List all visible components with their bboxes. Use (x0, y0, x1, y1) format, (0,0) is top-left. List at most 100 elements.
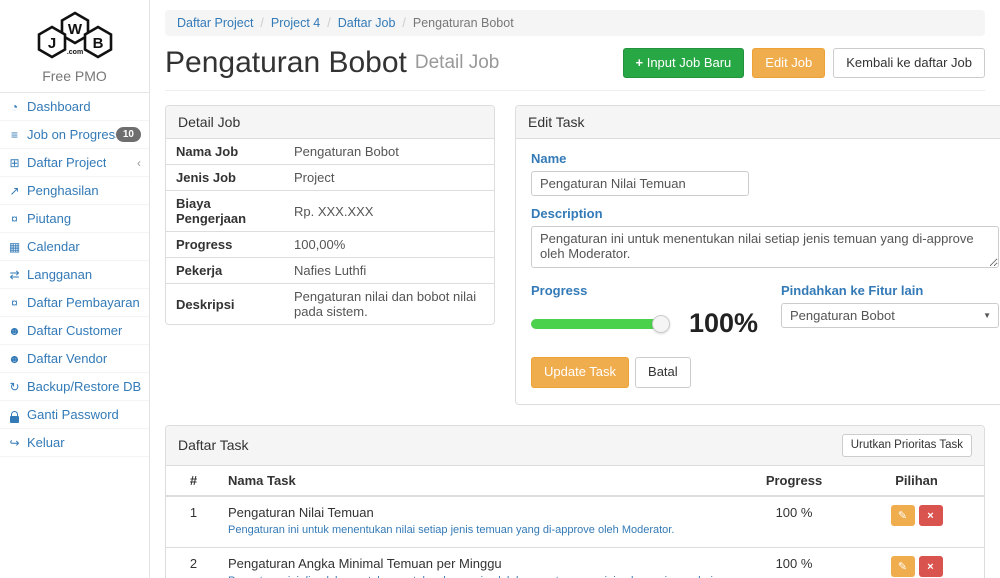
detail-label: Biaya Pengerjaan (166, 191, 284, 232)
detail-row-deskripsi: DeskripsiPengaturan nilai dan bobot nila… (166, 284, 494, 325)
move-to-feature-label: Pindahkan ke Fitur lain (781, 283, 999, 298)
detail-label: Deskripsi (166, 284, 284, 325)
move-to-feature-selected-value: Pengaturan Bobot (790, 308, 895, 323)
sidebar-item-daftar-pembayaran[interactable]: ¤Daftar Pembayaran (0, 289, 149, 317)
column-header-progress: Progress (739, 466, 849, 496)
sidebar-item-daftar-project[interactable]: ⊞Daftar Project‹ (0, 149, 149, 177)
detail-row-progress: Progress100,00% (166, 232, 494, 258)
sidebar-item-label: Job on Progress (27, 127, 116, 142)
sidebar-item-label: Daftar Vendor (27, 351, 107, 366)
input-job-baru-button[interactable]: + Input Job Baru (623, 48, 745, 79)
edit-task-button[interactable]: ✎ (891, 505, 915, 526)
task-name-cell: Pengaturan Nilai TemuanPengaturan ini un… (221, 496, 739, 547)
jwb-logo: J W B .com (27, 8, 123, 64)
task-name: Pengaturan Nilai Temuan (228, 505, 732, 520)
sidebar-item-daftar-customer[interactable]: ☻ Daftar Customer (0, 317, 149, 345)
refresh-icon: ↻ (6, 380, 23, 394)
sidebar-item-calendar[interactable]: ▦Calendar (0, 233, 149, 261)
task-description: Pengaturan ini diperlukan untuk menetuka… (228, 574, 732, 578)
sidebar-item-job-on-progress[interactable]: ≡ Job on Progress10 (0, 121, 149, 149)
breadcrumb-link-project-4[interactable]: Project 4 (271, 16, 320, 30)
sign-out-icon: ↪ (6, 436, 23, 450)
select-arrow-icon: ▼ (983, 311, 991, 320)
progress-slider-handle[interactable] (652, 315, 670, 333)
detail-label: Jenis Job (166, 165, 284, 191)
task-number: 2 (166, 547, 221, 578)
edit-task-panel: Edit Task Name Description Pengaturan in… (515, 105, 1000, 405)
sidebar-item-daftar-vendor[interactable]: ☻ Daftar Vendor (0, 345, 149, 373)
detail-row-pekerja: PekerjaNafies Luthfi (166, 258, 494, 284)
input-job-baru-label: Input Job Baru (647, 55, 732, 70)
sidebar-menu: ◔Dashboard ≡ Job on Progress10 ⊞Daftar Proj… (0, 93, 149, 457)
sidebar-item-backup-restore-db[interactable]: ↻ Backup/Restore DB (0, 373, 149, 401)
task-progress: 100 % (739, 547, 849, 578)
detail-value: 100,00% (284, 232, 494, 258)
delete-task-button[interactable]: × (919, 556, 943, 577)
brand-area: J W B .com Free PMO (0, 0, 149, 93)
progress-slider[interactable] (531, 319, 661, 329)
sidebar-item-penghasilan[interactable]: ↗Penghasilan (0, 177, 149, 205)
urutkan-prioritas-task-button[interactable]: Urutkan Prioritas Task (842, 434, 972, 457)
sidebar-item-label: Penghasilan (27, 183, 99, 198)
edit-job-button[interactable]: Edit Job (752, 48, 825, 79)
header-buttons: + Input Job Baru Edit Job Kembali ke daf… (623, 48, 986, 79)
detail-value: Nafies Luthfi (284, 258, 494, 284)
sidebar-item-piutang[interactable]: ¤Piutang (0, 205, 149, 233)
sidebar-item-langganan[interactable]: ⇄ Langganan (0, 261, 149, 289)
detail-value: Pengaturan Bobot (284, 139, 494, 165)
task-name-cell: Pengaturan Angka Minimal Temuan per Ming… (221, 547, 739, 578)
detail-row-biaya-pengerjaan: Biaya PengerjaanRp. XXX.XXX (166, 191, 494, 232)
page-header: Pengaturan Bobot Detail Job + Input Job … (165, 46, 985, 91)
logo-letter-b: B (92, 35, 103, 52)
sidebar-item-label: Langganan (27, 267, 92, 282)
name-label: Name (531, 151, 999, 166)
tasks-icon: ≡ (6, 128, 23, 142)
detail-row-jenis-job: Jenis JobProject (166, 165, 494, 191)
detail-value: Rp. XXX.XXX (284, 191, 494, 232)
sidebar-item-label: Daftar Customer (27, 323, 122, 338)
table-row: 1Pengaturan Nilai TemuanPengaturan ini u… (166, 496, 984, 547)
sidebar-item-label: Backup/Restore DB (27, 379, 141, 394)
detail-value: Pengaturan nilai dan bobot nilai pada si… (284, 284, 494, 325)
logo-letter-w: W (67, 21, 82, 38)
task-progress: 100 % (739, 496, 849, 547)
sidebar: J W B .com Free PMO ◔Dashboard ≡ Job on Pr… (0, 0, 150, 578)
progress-label: Progress (531, 283, 781, 298)
kembali-ke-daftar-job-button[interactable]: Kembali ke daftar Job (833, 48, 985, 79)
logo-letter-j: J (47, 35, 55, 52)
task-description-textarea[interactable]: Pengaturan ini untuk menentukan nilai se… (531, 226, 999, 268)
sidebar-item-label: Ganti Password (27, 407, 119, 422)
sidebar-item-label: Daftar Pembayaran (27, 295, 140, 310)
detail-row-nama-job: Nama JobPengaturan Bobot (166, 139, 494, 165)
lock-icon (6, 411, 23, 423)
users-icon: ☻ (6, 352, 23, 366)
users-icon: ☻ (6, 324, 23, 338)
update-task-button[interactable]: Update Task (531, 357, 629, 388)
money-icon: ¤ (6, 212, 23, 226)
page-subtitle: Detail Job (415, 52, 500, 74)
retweet-icon: ⇄ (6, 268, 23, 282)
batal-button[interactable]: Batal (635, 357, 691, 388)
count-badge: 10 (116, 127, 141, 142)
task-table: # Nama Task Progress Pilihan 1Pengaturan… (166, 466, 984, 578)
task-name-input[interactable] (531, 171, 749, 196)
breadcrumb-link-daftar-job[interactable]: Daftar Job (338, 16, 396, 30)
breadcrumb-current: Pengaturan Bobot (413, 16, 514, 30)
edit-task-button[interactable]: ✎ (891, 556, 915, 577)
delete-task-button[interactable]: × (919, 505, 943, 526)
detail-job-panel-title: Detail Job (166, 106, 494, 139)
sidebar-item-label: Calendar (27, 239, 80, 254)
main-content: Daftar Project/Project 4/Daftar Job/Peng… (150, 0, 1000, 578)
breadcrumb-link-daftar-project[interactable]: Daftar Project (177, 16, 253, 30)
task-number: 1 (166, 496, 221, 547)
sidebar-item-ganti-password[interactable]: Ganti Password (0, 401, 149, 429)
table-row: 2 Pengaturan Angka Minimal Temuan per Min… (166, 547, 984, 578)
task-name: Pengaturan Angka Minimal Temuan per Ming… (228, 556, 732, 571)
plus-icon: + (636, 55, 644, 70)
move-to-feature-select[interactable]: Pengaturan Bobot ▼ (781, 303, 999, 328)
column-header-pilihan: Pilihan (849, 466, 984, 496)
sidebar-item-keluar[interactable]: ↪Keluar (0, 429, 149, 457)
page-title: Pengaturan Bobot (165, 46, 407, 80)
sidebar-item-dashboard[interactable]: ◔Dashboard (0, 93, 149, 121)
dashboard-icon: ◔ (6, 100, 23, 114)
